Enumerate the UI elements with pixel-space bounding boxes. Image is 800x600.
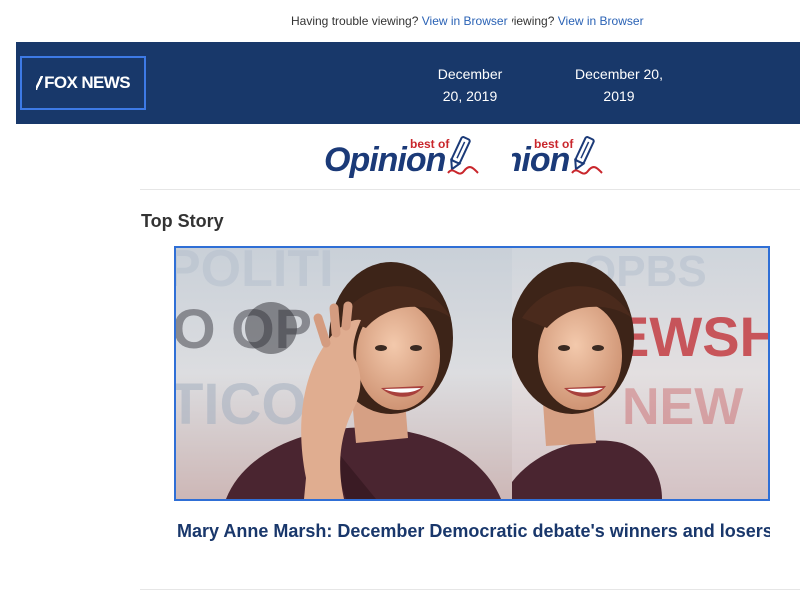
view-in-browser-link[interactable]: View in Browser bbox=[422, 14, 508, 28]
best-of-label: best of bbox=[410, 137, 450, 151]
preheader-duplicate: Having trouble viewing? View in Browser bbox=[512, 13, 662, 29]
svg-text:NEW: NEW bbox=[622, 378, 744, 436]
debate-photo-duplicate: OPBS EWSH NEW bbox=[512, 248, 768, 499]
best-of-opinion-logo-duplicate: Opinion best of bbox=[512, 135, 632, 185]
best-of-label-duplicate: best of bbox=[534, 137, 574, 151]
fox-news-logo[interactable]: FOX NEWS bbox=[20, 56, 146, 110]
hero-image-right: OPBS EWSH NEW bbox=[512, 248, 768, 499]
svg-text:EWSH: EWSH bbox=[612, 305, 768, 368]
top-story-image[interactable]: POLITI O OP TICO OPBS EWSH NEW bbox=[174, 246, 770, 501]
fox-slash-icon bbox=[36, 76, 44, 90]
date-text-duplicate: December 20, 2019 bbox=[575, 66, 662, 104]
logo-text: FOX NEWS bbox=[44, 73, 130, 92]
date-text: December 20, 2019 bbox=[437, 66, 503, 104]
preheader: Having trouble viewing? View in Browser bbox=[291, 13, 512, 29]
top-story-headline-duplicate[interactable]: Mary Anne Marsh: December Democratic deb… bbox=[512, 520, 770, 568]
svg-text:POLITI: POLITI bbox=[176, 248, 334, 298]
section-divider bbox=[140, 189, 800, 190]
preheader-text: Having trouble viewing? bbox=[291, 14, 422, 28]
best-of-opinion-logo: Opinion best of bbox=[322, 135, 512, 185]
section-divider-bottom bbox=[140, 589, 800, 590]
view-in-browser-link-duplicate[interactable]: View in Browser bbox=[558, 14, 644, 28]
svg-text:TICO: TICO bbox=[176, 372, 307, 437]
pen-icon bbox=[447, 136, 479, 175]
header-date-duplicate: December 20, 2019 bbox=[574, 63, 662, 107]
headline-text: Mary Anne Marsh: December Democratic deb… bbox=[177, 521, 512, 541]
hero-image-left: POLITI O OP TICO bbox=[176, 248, 512, 499]
debate-photo: POLITI O OP TICO bbox=[176, 248, 512, 499]
section-label: Top Story bbox=[141, 211, 224, 231]
preheader-text-duplicate: Having trouble viewing? bbox=[512, 14, 555, 28]
headline-text-duplicate: Mary Anne Marsh: December Democratic deb… bbox=[512, 521, 770, 541]
top-story-headline[interactable]: Mary Anne Marsh: December Democratic deb… bbox=[177, 520, 512, 568]
header-date: December 20, 2019 bbox=[430, 63, 513, 107]
pen-icon-duplicate bbox=[571, 136, 603, 175]
